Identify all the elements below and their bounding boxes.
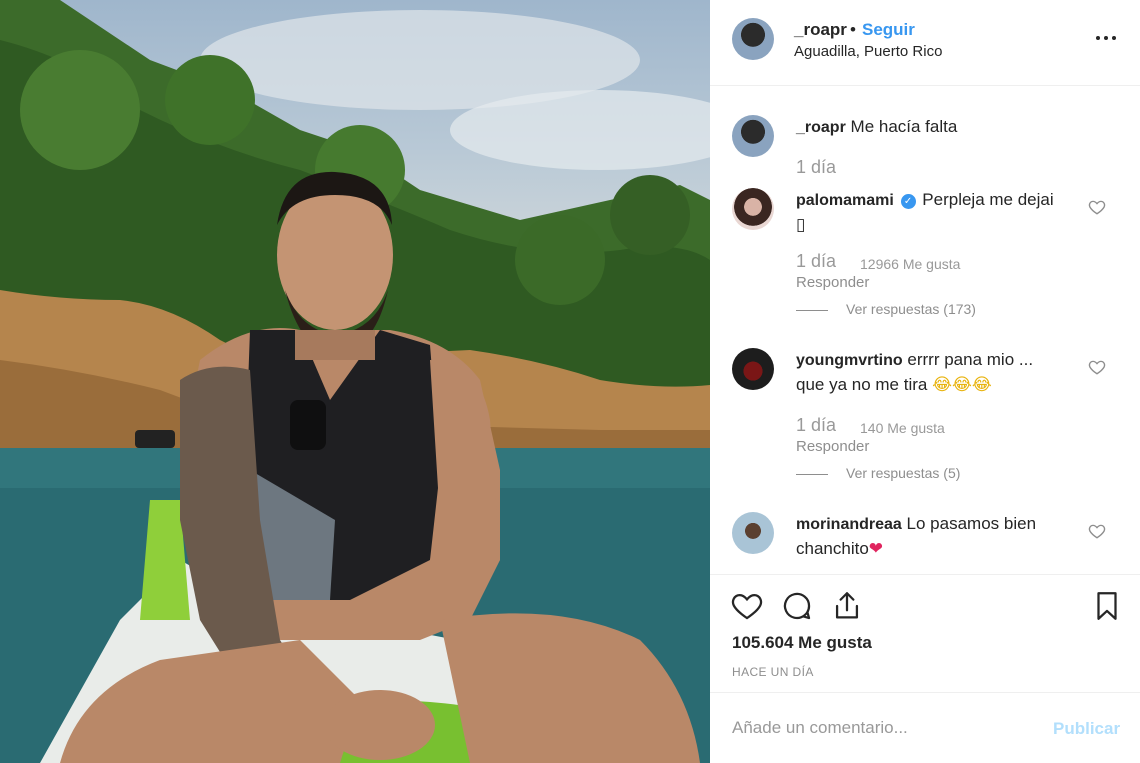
view-replies-button[interactable]: Ver respuestas (173) bbox=[796, 301, 976, 317]
comment-text-line2: que ya no me tira bbox=[796, 375, 928, 394]
follow-button[interactable]: Seguir bbox=[862, 20, 915, 40]
comment-text: Perpleja me dejai bbox=[922, 190, 1054, 209]
view-replies-line bbox=[796, 309, 828, 311]
post-location[interactable]: Aguadilla, Puerto Rico bbox=[794, 43, 942, 60]
comment-text: errrr pana mio ... bbox=[907, 350, 1034, 369]
bookmark-icon[interactable] bbox=[1090, 589, 1124, 623]
comment-username[interactable]: morinandreaa bbox=[796, 516, 902, 533]
comment-avatar[interactable] bbox=[732, 348, 774, 390]
post-timestamp[interactable]: HACE UN DÍA bbox=[732, 665, 814, 679]
comment-avatar[interactable] bbox=[732, 188, 774, 230]
caption-text: Me hacía falta bbox=[850, 117, 958, 136]
heart-icon[interactable] bbox=[730, 589, 764, 623]
laughing-emoji-icon: 😂😂😂 bbox=[932, 375, 992, 395]
author-username[interactable]: _roapr bbox=[794, 20, 847, 40]
view-replies-label: Ver respuestas (5) bbox=[846, 465, 961, 481]
post-photo[interactable] bbox=[0, 0, 710, 763]
publish-button[interactable]: Publicar bbox=[1053, 719, 1120, 739]
comments-list[interactable]: _roapr Me hacía falta 1 día palomamami ✓… bbox=[710, 86, 1140, 574]
comment-avatar[interactable] bbox=[732, 512, 774, 554]
author-avatar[interactable] bbox=[732, 18, 774, 60]
caption-username[interactable]: _roapr bbox=[796, 119, 846, 136]
view-replies-button[interactable]: Ver respuestas (5) bbox=[796, 465, 960, 481]
verified-badge-icon: ✓ bbox=[900, 194, 916, 209]
reply-button[interactable]: Responder bbox=[796, 274, 869, 291]
post-actions: 105.604 Me gusta HACE UN DÍA bbox=[710, 574, 1140, 692]
caption-time[interactable]: 1 día bbox=[796, 157, 836, 178]
add-comment-bar: Publicar bbox=[710, 692, 1140, 763]
comment-likes[interactable]: 12966 Me gusta bbox=[860, 256, 960, 272]
likes-count[interactable]: 105.604 Me gusta bbox=[732, 633, 872, 653]
comment-username[interactable]: youngmvrtino bbox=[796, 352, 903, 369]
comment-like-heart-icon[interactable] bbox=[1088, 358, 1106, 376]
comment-text-line2: ▯ bbox=[796, 215, 806, 234]
comment-username[interactable]: palomamami bbox=[796, 192, 894, 209]
post-sidebar: _roapr • Seguir Aguadilla, Puerto Rico _… bbox=[710, 0, 1140, 763]
comment-like-heart-icon[interactable] bbox=[1088, 198, 1106, 216]
comment-time[interactable]: 1 día bbox=[796, 415, 836, 436]
view-replies-label: Ver respuestas (173) bbox=[846, 301, 976, 317]
more-options-icon[interactable] bbox=[1096, 26, 1122, 46]
comment-icon[interactable] bbox=[780, 589, 814, 623]
comment-text-line2: chanchito bbox=[796, 539, 869, 558]
reply-button[interactable]: Responder bbox=[796, 438, 869, 455]
post-header: _roapr • Seguir Aguadilla, Puerto Rico bbox=[710, 0, 1140, 86]
red-heart-emoji-icon: ❤ bbox=[868, 539, 884, 559]
comment-likes[interactable]: 140 Me gusta bbox=[860, 420, 945, 436]
share-icon[interactable] bbox=[830, 589, 864, 623]
post-photo-illustration bbox=[0, 0, 710, 763]
header-separator: • bbox=[850, 20, 856, 39]
view-replies-line bbox=[796, 473, 828, 475]
comment-like-heart-icon[interactable] bbox=[1088, 522, 1106, 540]
comment-input[interactable] bbox=[732, 715, 1032, 741]
comment-time[interactable]: 1 día bbox=[796, 251, 836, 272]
caption-avatar[interactable] bbox=[732, 115, 774, 157]
comment-text: Lo pasamos bien bbox=[906, 514, 1037, 533]
